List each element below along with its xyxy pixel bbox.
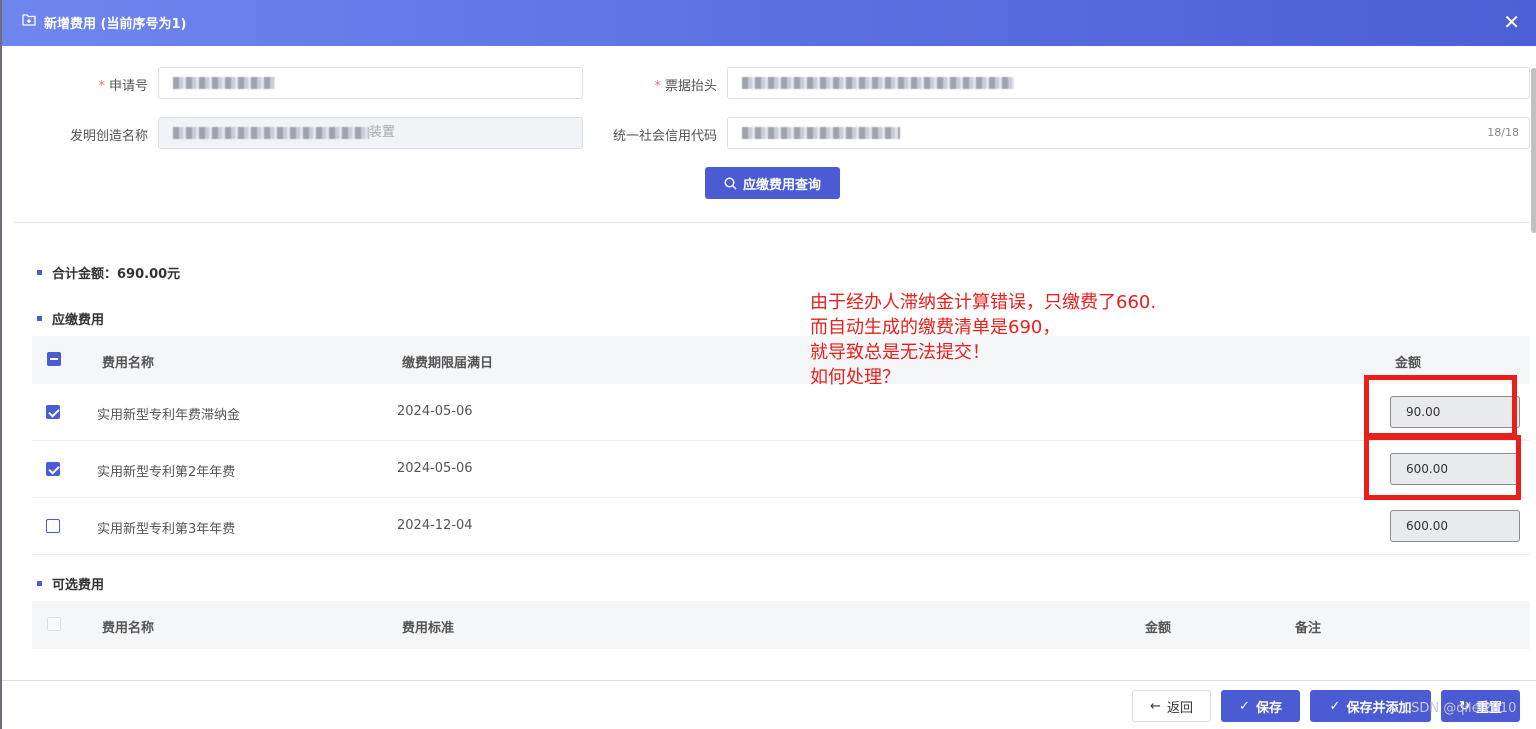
due-date: 2024-12-04 [397, 518, 473, 533]
amount-input[interactable]: 600.00 [1390, 510, 1520, 542]
invoice-title-label: * 票据抬头 [654, 79, 717, 94]
folder-add-icon [22, 14, 36, 26]
arrow-left-icon: ← [1150, 698, 1161, 714]
redacted-value [742, 76, 1014, 89]
dialog-title: 新增费用 (当前序号为1) [44, 17, 187, 32]
row-checkbox[interactable] [46, 462, 60, 476]
application-no-label: * 申请号 [98, 79, 148, 94]
search-icon [724, 176, 737, 189]
column-header: 金额 [1145, 621, 1172, 636]
bullet-icon [37, 581, 42, 586]
column-header: 缴费期限届满日 [402, 356, 494, 371]
fee-name: 实用新型专利第2年年费 [97, 465, 236, 480]
redacted-value [173, 126, 369, 139]
save-button[interactable]: ✓ 保存 [1221, 690, 1300, 722]
row-checkbox[interactable] [46, 405, 60, 419]
fee-name: 实用新型专利年费滞纳金 [97, 408, 241, 423]
back-button[interactable]: ← 返回 [1132, 690, 1211, 722]
check-icon: ✓ [1329, 698, 1341, 714]
credit-code-label: 统一社会信用代码 [612, 129, 717, 144]
table-row: 实用新型专利第3年年费 2024-12-04 600.00 [32, 498, 1530, 555]
table-row: 实用新型专利第2年年费 2024-05-06 600.00 [32, 441, 1530, 498]
form-divider [14, 222, 1530, 223]
due-date: 2024-05-06 [397, 461, 473, 476]
check-icon: ✓ [1239, 698, 1250, 714]
invoice-title-input[interactable] [727, 67, 1530, 99]
dialog-titlebar: 新增费用 (当前序号为1) ✕ [2, 0, 1536, 46]
close-icon[interactable]: ✕ [1503, 10, 1520, 34]
payable-fees-header: 费用名称 缴费期限届满日 金额 [32, 336, 1530, 384]
query-fees-button[interactable]: 应缴费用查询 [705, 167, 840, 199]
due-date: 2024-05-06 [397, 404, 473, 419]
back-label: 返回 [1166, 700, 1193, 716]
column-header: 费用标准 [402, 621, 455, 636]
save-label: 保存 [1255, 700, 1282, 716]
total-amount: 合计金额：690.00元 [37, 263, 180, 282]
column-header: 费用名称 [102, 356, 155, 371]
annotation-text: 由于经办人滞纳金计算错误，只缴费了660. 而自动生成的缴费清单是690， 就导… [810, 292, 1157, 388]
select-all-checkbox[interactable] [47, 617, 61, 631]
credit-code-input[interactable]: 18/18 [727, 117, 1530, 149]
invention-name-input: 装置 [158, 117, 583, 149]
redacted-value [742, 126, 900, 139]
add-fee-dialog: 新增费用 (当前序号为1) ✕ * 申请号 * 票据抬头 发明创造名称 装置 统一社… [0, 0, 1536, 729]
optional-fees-title: 可选费用 [37, 574, 104, 593]
optional-fees-header: 费用名称 费用标准 金额 备注 [32, 601, 1530, 649]
footer-divider [2, 680, 1536, 681]
fee-name: 实用新型专利第3年年费 [97, 522, 236, 537]
bullet-icon [37, 316, 42, 321]
column-header: 费用名称 [102, 621, 155, 636]
scrollbar-thumb[interactable] [1531, 68, 1536, 233]
watermark: CSDN @qilei2010 [1402, 701, 1517, 716]
annotation-highlight-box [1364, 435, 1521, 500]
required-mark: * [98, 79, 105, 94]
table-row: 实用新型专利年费滞纳金 2024-05-06 90.00 [32, 384, 1530, 441]
redacted-value [173, 76, 275, 89]
char-counter: 18/18 [1487, 126, 1519, 139]
column-header: 金额 [1395, 356, 1422, 371]
bullet-icon [37, 270, 42, 275]
column-header: 备注 [1295, 621, 1322, 636]
row-checkbox[interactable] [46, 519, 60, 533]
annotation-highlight-box [1364, 375, 1517, 438]
required-mark: * [654, 79, 661, 94]
application-no-input[interactable] [158, 67, 583, 99]
invention-name-label: 发明创造名称 [69, 129, 148, 144]
query-fees-label: 应缴费用查询 [742, 177, 821, 193]
select-all-checkbox[interactable] [47, 352, 61, 366]
payable-fees-title: 应缴费用 [37, 309, 104, 328]
